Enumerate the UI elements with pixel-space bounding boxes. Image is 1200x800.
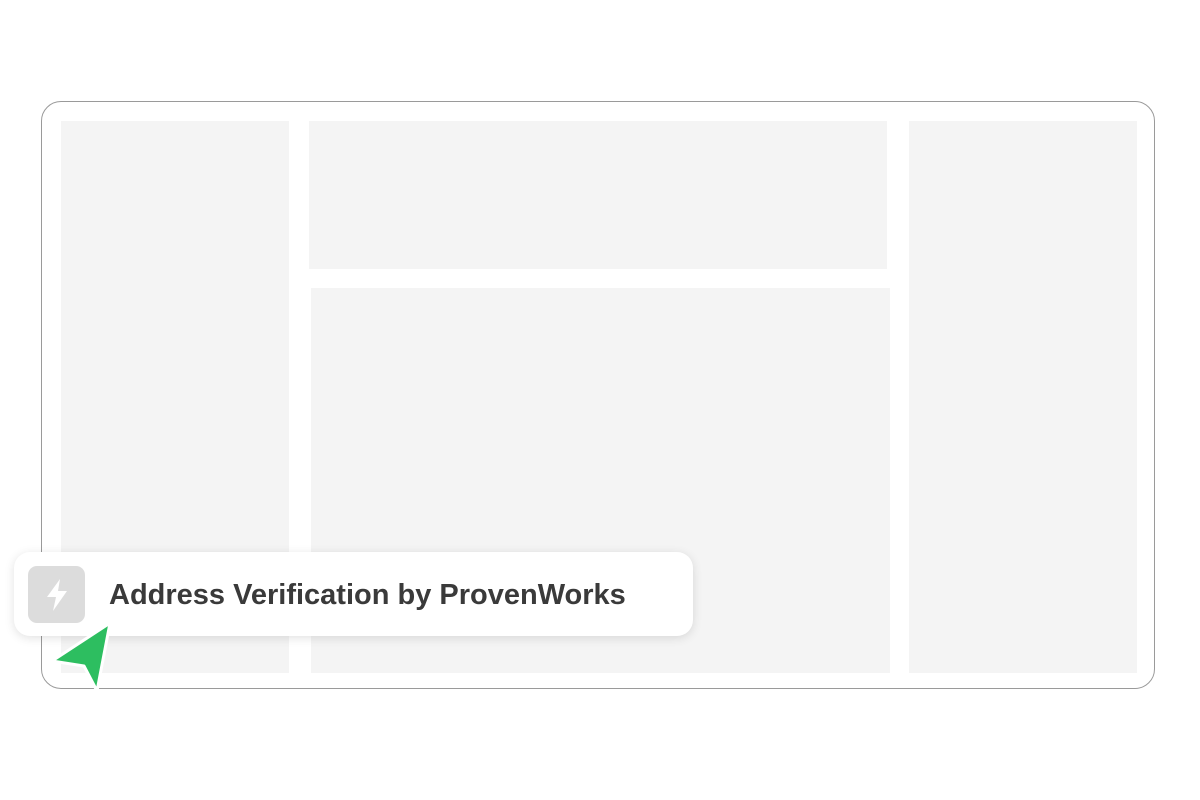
lightning-bolt-glyph (46, 578, 67, 611)
lightning-bolt-icon (28, 566, 85, 623)
app-screen-mockup: Address Verification by ProvenWorks (0, 0, 1200, 800)
pointer-arrow-icon (50, 621, 112, 693)
callout-title: Address Verification by ProvenWorks (109, 579, 626, 611)
right-sidebar-placeholder (909, 121, 1137, 673)
header-placeholder (309, 121, 887, 269)
